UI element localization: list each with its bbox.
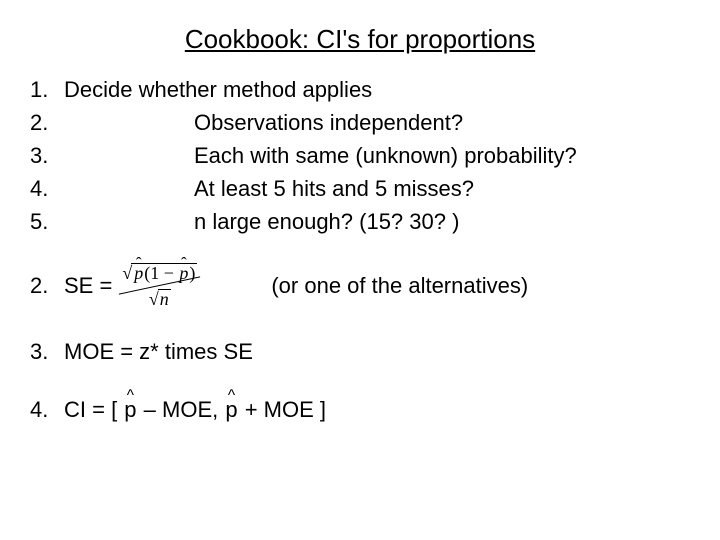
- n-symbol: n: [158, 289, 171, 308]
- ci-expression: CI = [ p – MOE, p + MOE ]: [64, 395, 326, 425]
- item-number: 2.: [30, 106, 64, 139]
- slide: Cookbook: CI's for proportions 1. Decide…: [0, 0, 720, 540]
- item-number: 1.: [30, 73, 64, 106]
- item-number: 3.: [30, 337, 64, 367]
- item-number: 5.: [30, 205, 64, 238]
- item-text: n large enough? (15? 30? ): [194, 205, 459, 238]
- p-hat-symbol: p: [224, 395, 238, 425]
- se-alternative-note: (or one of the alternatives): [271, 273, 528, 299]
- conditions-list: 1. Decide whether method applies 2. Obse…: [30, 73, 690, 238]
- list-item: 3. Each with same (unknown) probability?: [30, 139, 690, 172]
- step-se: 2. SE = p(1 − p) n (or one of the altern…: [30, 262, 690, 309]
- item-number: 4.: [30, 172, 64, 205]
- p-hat-symbol: p: [133, 264, 144, 282]
- list-item: 2. Observations independent?: [30, 106, 690, 139]
- list-item: 1. Decide whether method applies: [30, 73, 690, 106]
- se-label: SE =: [64, 273, 112, 299]
- step-ci: 4. CI = [ p – MOE, p + MOE ]: [30, 395, 690, 425]
- item-text: Each with same (unknown) probability?: [194, 139, 577, 172]
- list-item: 5. n large enough? (15? 30? ): [30, 205, 690, 238]
- item-number: 4.: [30, 395, 64, 425]
- step-moe: 3. MOE = z* times SE: [30, 337, 690, 367]
- item-text: At least 5 hits and 5 misses?: [194, 172, 474, 205]
- list-item: 4. At least 5 hits and 5 misses?: [30, 172, 690, 205]
- item-text: Observations independent?: [194, 106, 463, 139]
- item-text: Decide whether method applies: [64, 73, 372, 106]
- moe-text: MOE = z* times SE: [64, 337, 253, 367]
- se-formula: p(1 − p) n: [118, 262, 201, 309]
- item-number: 3.: [30, 139, 64, 172]
- p-hat-symbol: p: [123, 395, 137, 425]
- slide-title: Cookbook: CI's for proportions: [30, 24, 690, 55]
- item-number: 2.: [30, 273, 64, 299]
